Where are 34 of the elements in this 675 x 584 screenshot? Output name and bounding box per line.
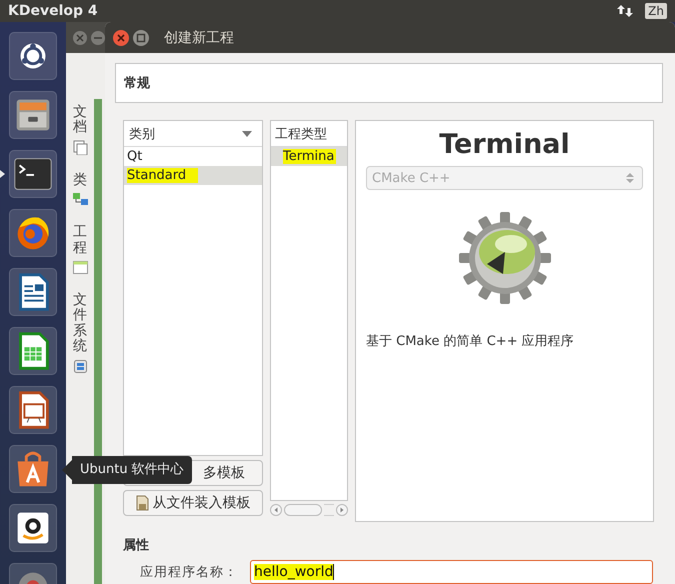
scroll-right-icon[interactable]: [336, 504, 348, 516]
tooltip-pointer-icon: [62, 460, 72, 480]
dropdown-arrow-icon: [242, 130, 252, 136]
side-tab[interactable]: 文件系统: [72, 292, 88, 374]
properties-heading: 属性: [123, 537, 150, 554]
category-item[interactable]: Standard: [124, 166, 262, 185]
spinner-arrows-icon: [626, 172, 634, 184]
name-input-field[interactable]: hello_world: [250, 560, 653, 584]
tooltip: Ubuntu 软件中心: [62, 456, 192, 484]
dialog-title: 创建新工程: [164, 28, 234, 46]
template-title: Terminal: [439, 129, 570, 160]
close-icon[interactable]: [72, 30, 88, 46]
pages-icon: [72, 140, 88, 155]
keyboard-indicator[interactable]: Zh: [645, 3, 667, 19]
document-icon: [136, 495, 148, 511]
side-tab[interactable]: 文档: [72, 105, 88, 155]
side-tab[interactable]: 类: [72, 172, 88, 208]
field-label: 应用程序名称：: [140, 564, 239, 581]
project-icon: [72, 260, 88, 275]
category-item[interactable]: Qt: [124, 147, 262, 166]
maximize-icon[interactable]: [132, 28, 150, 46]
section-title: 常规: [124, 75, 150, 92]
close-icon[interactable]: [112, 28, 130, 46]
drawer-icon: [72, 358, 88, 374]
network-arrows-icon[interactable]: [617, 3, 634, 19]
scroll-left-icon[interactable]: [270, 504, 282, 516]
project-type-item[interactable]: Termina: [271, 147, 347, 166]
scrollbar-thumb[interactable]: [284, 504, 322, 516]
classes-icon: [72, 192, 88, 208]
template-description: 基于 CMake 的简单 C++ 应用程序: [366, 333, 575, 350]
window-title: KDevelop 4: [8, 3, 98, 19]
side-tab[interactable]: 工程: [72, 225, 88, 275]
minimize-icon[interactable]: [90, 30, 106, 46]
template-button[interactable]: 从文件装入模板: [123, 490, 263, 516]
